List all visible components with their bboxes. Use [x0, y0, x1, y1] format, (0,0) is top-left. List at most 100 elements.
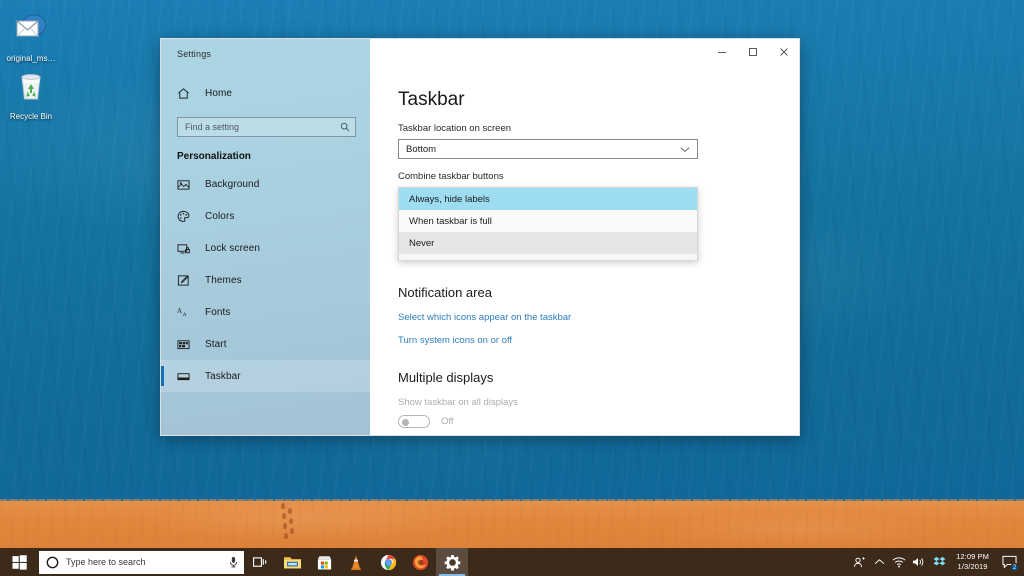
multiple-displays-heading: Multiple displays: [398, 370, 799, 385]
show-taskbar-all-displays-toggle[interactable]: [398, 415, 430, 428]
microphone-icon[interactable]: [228, 556, 239, 568]
combine-taskbar-buttons-label: Combine taskbar buttons: [398, 171, 799, 182]
close-icon: [779, 47, 789, 57]
combine-taskbar-buttons-listbox[interactable]: Always, hide labels When taskbar is full…: [398, 187, 698, 261]
show-taskbar-all-displays-label: Show taskbar on all displays: [398, 397, 799, 408]
action-center-button[interactable]: 2: [996, 548, 1022, 576]
settings-sidebar[interactable]: Home Personalization Background Colo: [161, 69, 370, 435]
search-icon: [340, 122, 350, 132]
taskbar-item-firefox[interactable]: [404, 548, 436, 576]
taskbar-item-vlc[interactable]: [340, 548, 372, 576]
notification-area-heading: Notification area: [398, 285, 799, 300]
task-view-button[interactable]: [244, 548, 276, 576]
palette-icon: [177, 210, 199, 223]
sidebar-item-label: Fonts: [205, 307, 231, 318]
sidebar-item-label: Home: [205, 88, 232, 99]
themes-brush-icon: [177, 274, 199, 287]
sidebar-item-home[interactable]: Home: [161, 77, 370, 109]
minimize-icon: [717, 47, 727, 57]
combine-option-never[interactable]: Never: [399, 232, 697, 254]
windows-logo-icon: [12, 555, 27, 570]
settings-window[interactable]: Settings Home: [160, 38, 800, 436]
notification-badge: 2: [1010, 563, 1019, 572]
sidebar-section-title: Personalization: [161, 147, 370, 168]
sidebar-item-themes[interactable]: Themes: [161, 264, 370, 296]
window-title: Settings: [177, 49, 211, 59]
taskbar-search-box[interactable]: Type here to search: [39, 551, 244, 574]
taskbar-location-label: Taskbar location on screen: [398, 123, 799, 134]
settings-search-box[interactable]: [177, 117, 356, 137]
option-label: Never: [409, 238, 434, 249]
sidebar-item-fonts[interactable]: AA Fonts: [161, 296, 370, 328]
clock-date: 1/3/2019: [958, 562, 988, 572]
desktop-icon-recycle-bin[interactable]: Recycle Bin: [0, 66, 62, 124]
taskbar-location-dropdown[interactable]: Bottom: [398, 139, 698, 159]
home-icon: [177, 87, 199, 100]
sidebar-item-taskbar[interactable]: Taskbar: [161, 360, 370, 392]
toggle-knob: [402, 419, 409, 426]
taskbar-location-value: Bottom: [406, 144, 436, 155]
window-controls: [370, 39, 799, 69]
chrome-icon: [380, 554, 397, 571]
start-tiles-icon: [177, 338, 199, 351]
listbox-padding: [399, 254, 697, 260]
sidebar-item-label: Start: [205, 339, 227, 350]
titlebar-left: Settings: [161, 39, 370, 69]
close-button[interactable]: [768, 39, 799, 64]
select-icons-link[interactable]: Select which icons appear on the taskbar: [398, 312, 571, 323]
start-button[interactable]: [0, 548, 38, 576]
settings-content: Taskbar Taskbar location on screen Botto…: [370, 69, 799, 435]
svg-text:A: A: [183, 312, 187, 318]
desktop-icon-label: Recycle Bin: [10, 112, 52, 121]
combine-option-always-hide-labels[interactable]: Always, hide labels: [399, 188, 697, 210]
file-explorer-icon: [283, 554, 302, 571]
speaker-icon[interactable]: [909, 548, 929, 576]
taskbar-item-microsoft-store[interactable]: [308, 548, 340, 576]
fonts-icon: AA: [177, 306, 199, 319]
sidebar-item-colors[interactable]: Colors: [161, 200, 370, 232]
maximize-button[interactable]: [737, 39, 768, 64]
sidebar-item-label: Background: [205, 179, 259, 190]
dropbox-icon[interactable]: [929, 548, 949, 576]
chevron-up-icon[interactable]: [869, 548, 889, 576]
taskbar-item-chrome[interactable]: [372, 548, 404, 576]
cortana-circle-icon: [46, 556, 59, 569]
recycle-bin-icon: [0, 66, 62, 106]
page-title: Taskbar: [398, 89, 799, 111]
sidebar-item-label: Taskbar: [205, 371, 241, 382]
gear-icon: [444, 554, 461, 571]
sidebar-item-start[interactable]: Start: [161, 328, 370, 360]
combine-option-when-taskbar-is-full[interactable]: When taskbar is full: [399, 210, 697, 232]
sidebar-item-background[interactable]: Background: [161, 168, 370, 200]
show-taskbar-all-displays-row: Off: [398, 415, 799, 428]
sand-footprints: [279, 503, 305, 539]
option-label: Always, hide labels: [409, 194, 490, 205]
system-tray[interactable]: 12:09 PM 1/3/2019 2: [849, 548, 1024, 576]
search-input[interactable]: [185, 122, 340, 132]
maximize-icon: [748, 47, 758, 57]
vlc-cone-icon: [348, 554, 364, 571]
minimize-button[interactable]: [706, 39, 737, 64]
wifi-icon[interactable]: [889, 548, 909, 576]
sidebar-item-lock-screen[interactable]: Lock screen: [161, 232, 370, 264]
lock-screen-icon: [177, 242, 199, 255]
taskbar-clock[interactable]: 12:09 PM 1/3/2019: [949, 548, 996, 576]
system-icons-link[interactable]: Turn system icons on or off: [398, 335, 512, 346]
people-icon[interactable]: [849, 548, 869, 576]
taskbar-item-settings[interactable]: [436, 548, 468, 576]
mail-envelope-icon: [0, 8, 62, 48]
task-view-icon: [253, 556, 268, 569]
toggle-state-label: Off: [441, 416, 454, 427]
svg-text:A: A: [177, 306, 182, 314]
taskbar-item-file-explorer[interactable]: [276, 548, 308, 576]
desktop-icon-label: original_ms…: [7, 54, 56, 63]
wallpaper-sand: [0, 501, 1024, 548]
sidebar-item-label: Colors: [205, 211, 235, 222]
firefox-icon: [412, 554, 429, 571]
desktop-icon-original-ms[interactable]: original_ms…: [0, 8, 62, 66]
sidebar-item-label: Lock screen: [205, 243, 260, 254]
sidebar-item-label: Themes: [205, 275, 242, 286]
window-titlebar[interactable]: Settings: [161, 39, 799, 69]
windows-taskbar[interactable]: Type here to search: [0, 548, 1024, 576]
picture-icon: [177, 178, 199, 191]
